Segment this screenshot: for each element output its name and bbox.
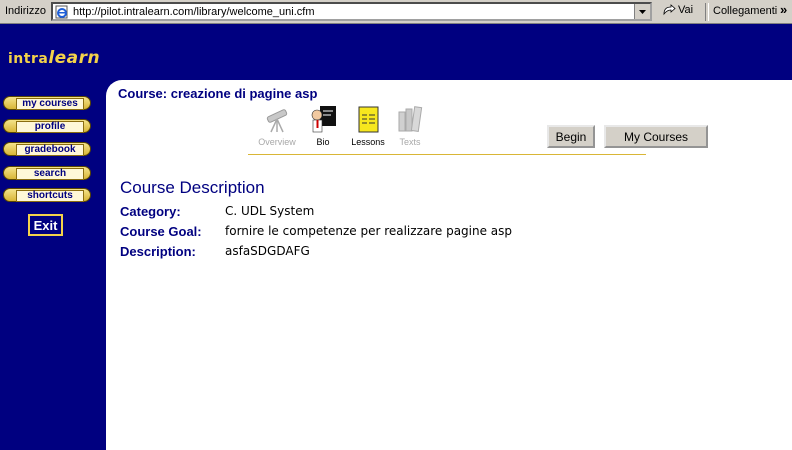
telescope-icon xyxy=(266,109,288,133)
toolbar-bio[interactable]: Bio xyxy=(298,104,348,147)
main-content: Course: creazione di pagine asp Overview… xyxy=(106,80,792,450)
category-value: C. UDL System xyxy=(225,204,315,218)
course-goal-label: Course Goal: xyxy=(120,224,202,239)
sidebar-item-my-courses[interactable]: my courses xyxy=(3,96,91,110)
ie-page-icon xyxy=(55,5,68,19)
description-label: Description: xyxy=(120,244,196,259)
url-input[interactable]: http://pilot.intralearn.com/library/welc… xyxy=(51,2,652,21)
course-description-heading: Course Description xyxy=(120,178,265,197)
intralearn-logo: intralearn xyxy=(8,48,101,68)
toolbar-separator xyxy=(705,3,709,21)
url-text: http://pilot.intralearn.com/library/welc… xyxy=(73,6,315,18)
exit-button[interactable]: Exit xyxy=(28,214,63,236)
links-button[interactable]: Collegamenti xyxy=(713,5,777,17)
dropdown-arrow-icon[interactable] xyxy=(634,4,650,19)
go-arrow-icon xyxy=(663,4,676,16)
toolbar-texts: Texts xyxy=(385,104,435,147)
toolbar-texts-label: Texts xyxy=(399,137,421,147)
sidebar-item-profile[interactable]: profile xyxy=(3,119,91,133)
books-icon xyxy=(398,106,423,133)
sidebar-item-shortcuts[interactable]: shortcuts xyxy=(3,188,91,202)
teacher-icon xyxy=(311,106,336,133)
divider xyxy=(248,154,646,155)
toolbar-overview-label: Overview xyxy=(258,137,296,147)
sidebar-item-search[interactable]: search xyxy=(3,166,91,180)
address-bar: Indirizzo http://pilot.intralearn.com/li… xyxy=(0,0,792,24)
notepad-icon xyxy=(358,106,379,133)
toolbar-bio-label: Bio xyxy=(316,137,330,147)
address-label: Indirizzo xyxy=(5,5,46,17)
sidebar-item-gradebook[interactable]: gradebook xyxy=(3,142,91,156)
go-label: Vai xyxy=(678,4,694,16)
course-goal-value: fornire le competenze per realizzare pag… xyxy=(225,224,513,238)
course-title: Course: creazione di pagine asp xyxy=(118,86,318,101)
description-value: asfaSDGDAFG xyxy=(225,244,310,258)
my-courses-button[interactable]: My Courses xyxy=(604,125,708,148)
begin-button[interactable]: Begin xyxy=(547,125,595,148)
toolbar-overview: Overview xyxy=(252,104,302,147)
chevron-right-icon[interactable]: » xyxy=(780,2,787,17)
go-button[interactable]: Vai xyxy=(662,4,693,16)
category-label: Category: xyxy=(120,204,181,219)
